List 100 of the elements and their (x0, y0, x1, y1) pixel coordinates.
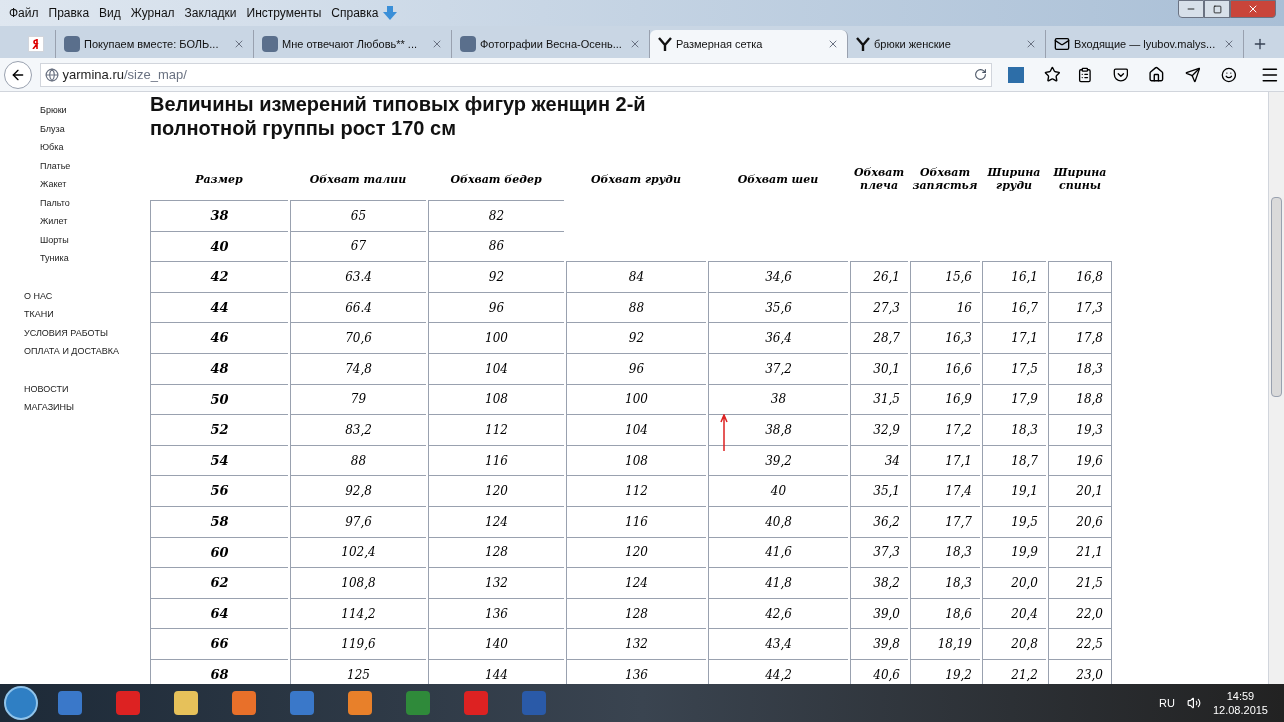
table-cell: 37,3 (850, 536, 908, 568)
table-cell: 38 (150, 200, 288, 231)
table-cell: 100 (428, 322, 564, 353)
table-cell: 20,8 (982, 628, 1046, 659)
menu-item[interactable]: Правка (43, 4, 95, 22)
table-cell: 88 (566, 291, 706, 323)
table-cell: 65 (290, 200, 426, 231)
table-cell: 35,1 (850, 475, 908, 506)
table-cell: 20,1 (1048, 475, 1112, 506)
nav-link[interactable]: НОВОСТИ (24, 382, 150, 396)
table-cell: 52 (150, 414, 288, 445)
nav-link[interactable]: УСЛОВИЯ РАБОТЫ (24, 326, 150, 340)
table-cell: 38 (708, 383, 848, 415)
category-link[interactable]: Платье (40, 159, 150, 173)
table-cell: 74,8 (290, 352, 426, 384)
table-cell: 58 (150, 505, 288, 537)
nav-link[interactable]: О НАС (24, 289, 150, 303)
table-cell: 62 (150, 567, 288, 598)
table-cell: 19,3 (1048, 414, 1112, 445)
table-cell: 104 (428, 352, 564, 384)
table-cell: 22,5 (1048, 628, 1112, 659)
table-cell: 17,8 (1048, 322, 1112, 353)
table-cell: 20,4 (982, 597, 1046, 629)
table-cell: 128 (428, 536, 564, 568)
table-cell: 17,5 (982, 352, 1046, 384)
category-link[interactable]: Жакет (40, 178, 150, 192)
table-cell: 104 (566, 414, 706, 445)
table-cell: 39,0 (850, 597, 908, 629)
table-cell: 16 (910, 291, 980, 323)
column-header: Обхват бедер (449, 172, 543, 186)
table-cell: 17,1 (910, 444, 980, 476)
table-cell: 31,5 (850, 383, 908, 415)
table-cell: 116 (566, 505, 706, 537)
table-cell: 119,6 (290, 628, 426, 659)
menu-item[interactable]: Вид (94, 4, 126, 22)
table-cell: 20,6 (1048, 505, 1112, 537)
column-header: Размер (194, 172, 244, 186)
table-cell: 34 (850, 444, 908, 476)
table-cell: 86 (428, 230, 564, 262)
table-cell: 60 (150, 536, 288, 568)
nav-link[interactable]: МАГАЗИНЫ (24, 401, 150, 415)
table-cell: 67 (290, 230, 426, 262)
table-cell: 22,0 (1048, 597, 1112, 629)
menu-item[interactable]: Справка (326, 4, 384, 22)
nav-link[interactable]: ОПЛАТА И ДОСТАВКА (24, 345, 150, 359)
table-cell: 82 (428, 200, 564, 231)
table-cell: 66 (150, 628, 288, 659)
category-link[interactable]: Пальто (40, 196, 150, 210)
category-link[interactable]: Жилет (40, 215, 150, 229)
table-cell: 92 (566, 322, 706, 353)
table-cell: 63.4 (290, 261, 426, 292)
table-cell: 26,1 (850, 261, 908, 292)
table-cell: 108 (566, 444, 706, 476)
table-cell: 16,9 (910, 383, 980, 415)
table-cell: 18,3 (910, 567, 980, 598)
browser-tab[interactable]: Размерная сетка (650, 30, 848, 58)
table-cell: 17,2 (910, 414, 980, 445)
table-cell: 40,8 (708, 505, 848, 537)
table-cell: 16,3 (910, 322, 980, 353)
table-cell: 36,2 (850, 505, 908, 537)
language-indicator[interactable]: RU (1159, 694, 1175, 712)
nav-link[interactable]: ТКАНИ (24, 308, 150, 322)
table-cell: 120 (566, 536, 706, 568)
table-cell: 92,8 (290, 475, 426, 506)
table-cell: 34,6 (708, 261, 848, 292)
table-cell: 18,3 (982, 414, 1046, 445)
category-link[interactable]: Туника (40, 252, 150, 266)
table-cell: 92 (428, 261, 564, 292)
table-cell: 28,7 (850, 322, 908, 353)
table-cell: 18,8 (1048, 383, 1112, 415)
table-cell: 37,2 (708, 352, 848, 384)
column-header: Обхват талии (308, 172, 408, 186)
menu-item[interactable]: Файл (4, 4, 44, 22)
table-cell: 16,6 (910, 352, 980, 384)
menu-item[interactable]: Закладки (179, 4, 242, 22)
table-cell: 17,1 (982, 322, 1046, 353)
table-cell: 19,5 (982, 505, 1046, 537)
table-cell: 100 (566, 383, 706, 415)
category-link[interactable]: Юбка (40, 141, 150, 155)
category-link[interactable]: Шорты (40, 233, 150, 247)
menu-item[interactable]: Журнал (125, 4, 180, 22)
table-cell: 17,3 (1048, 291, 1112, 323)
category-link[interactable]: Блуза (40, 122, 150, 136)
table-cell: 17,9 (982, 383, 1046, 415)
address-bar[interactable]: yarmina.ru/size_map/ (39, 62, 993, 87)
clock-date: 12.08.2015 (1212, 703, 1268, 717)
url-path: /size_map/ (123, 65, 187, 84)
clock-time: 14:59 (1226, 689, 1255, 703)
table-cell: 21,5 (1048, 567, 1112, 598)
table-cell: 132 (428, 567, 564, 598)
table-cell: 44 (150, 291, 288, 323)
category-link[interactable]: Брюки (40, 104, 150, 118)
table-cell: 96 (428, 291, 564, 323)
menu-item[interactable]: Инструменты (241, 4, 327, 22)
table-cell: 40 (708, 475, 848, 506)
table-cell: 21,1 (1048, 536, 1112, 568)
table-cell: 84 (566, 261, 706, 292)
table-cell: 18,3 (1048, 352, 1112, 384)
table-cell: 83,2 (290, 414, 426, 445)
table-cell: 128 (566, 597, 706, 629)
